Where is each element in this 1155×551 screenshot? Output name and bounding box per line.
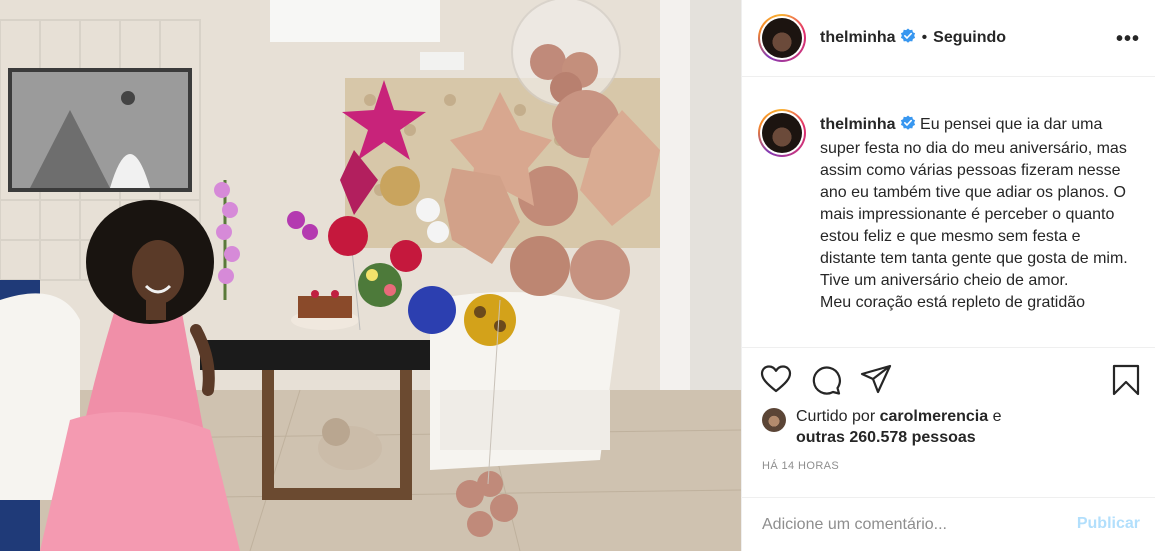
- caption-verified-badge-icon: [900, 115, 916, 138]
- heart-icon[interactable]: [760, 364, 792, 399]
- caption-username[interactable]: thelminha: [820, 116, 896, 133]
- likes-summary[interactable]: Curtido por carolmerencia e outras 260.5…: [762, 406, 1152, 448]
- caption-body-line-2: Tive um aniversário cheio de amor.: [820, 272, 1069, 289]
- action-bar: [742, 347, 1155, 407]
- avatar[interactable]: [758, 14, 806, 62]
- paper-plane-icon[interactable]: [860, 364, 892, 399]
- caption-body-line-3: Meu coração está repleto de gratidão: [820, 294, 1086, 311]
- comment-bar: Publicar: [742, 497, 1155, 551]
- caption-area[interactable]: thelminha Eu pensei que ia dar uma super…: [742, 98, 1155, 346]
- liked-by-conjunction: e: [992, 408, 1002, 425]
- avatar-image: [762, 18, 802, 58]
- party-scene-image: [0, 0, 741, 551]
- liker-avatar[interactable]: [762, 408, 786, 432]
- caption-avatar-image: [762, 113, 802, 153]
- caption-body: Eu pensei que ia dar uma super festa no …: [820, 116, 1128, 267]
- liked-by-others[interactable]: outras 260.578 pessoas: [796, 429, 976, 446]
- post-photo[interactable]: [0, 0, 741, 551]
- liked-by-prefix: Curtido por: [796, 408, 876, 425]
- comment-input[interactable]: [762, 515, 1062, 534]
- liked-by-user[interactable]: carolmerencia: [880, 408, 989, 425]
- likes-text: Curtido por carolmerencia e outras 260.5…: [796, 406, 1001, 448]
- more-options-icon[interactable]: •••: [1116, 28, 1140, 51]
- bookmark-icon[interactable]: [1112, 364, 1140, 401]
- post-side-panel: thelminha • Seguindo ••• thelminha Eu pe…: [741, 0, 1155, 551]
- publish-button[interactable]: Publicar: [1077, 515, 1140, 533]
- caption-text: thelminha Eu pensei que ia dar uma super…: [820, 98, 1140, 314]
- header-username[interactable]: thelminha: [820, 29, 896, 47]
- verified-badge-icon: [900, 28, 916, 49]
- following-button[interactable]: Seguindo: [933, 29, 1006, 47]
- caption-row: thelminha Eu pensei que ia dar uma super…: [758, 98, 1140, 314]
- post-timestamp[interactable]: HÁ 14 HORAS: [762, 460, 839, 472]
- header-separator: •: [921, 29, 928, 46]
- comment-bubble-icon[interactable]: [810, 364, 842, 401]
- caption-avatar[interactable]: [758, 109, 806, 157]
- post-header: thelminha • Seguindo •••: [742, 0, 1155, 77]
